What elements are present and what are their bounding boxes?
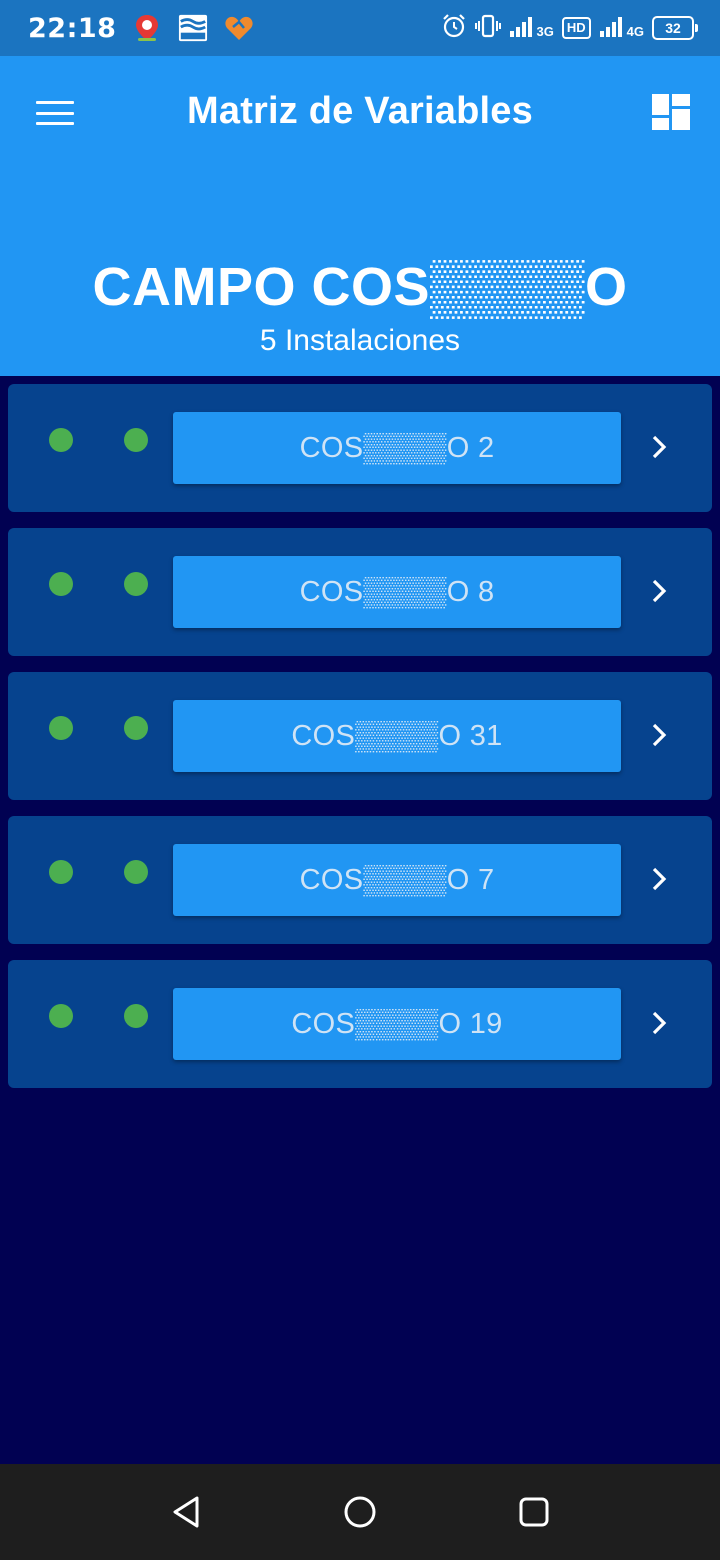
status-indicator xyxy=(49,860,73,884)
diavaz-app-icon xyxy=(178,13,208,43)
chevron-right-icon[interactable] xyxy=(644,862,674,896)
installation-card: COS▒▒▒▒O 8 xyxy=(8,528,712,656)
app-title: Matriz de Variables xyxy=(187,90,533,132)
chevron-right-icon[interactable] xyxy=(644,574,674,608)
status-indicator xyxy=(124,860,148,884)
installation-button[interactable]: COS▒▒▒▒O 2 xyxy=(173,412,621,484)
status-left: 22:18 xyxy=(28,13,254,44)
alarm-icon xyxy=(441,13,467,44)
status-time: 22:18 xyxy=(28,12,117,44)
location-pin-icon xyxy=(132,13,162,43)
heart-app-icon xyxy=(224,13,254,43)
campo-title: CAMPO COS▒▒▒▒O xyxy=(92,257,628,317)
back-icon[interactable] xyxy=(166,1492,206,1532)
hd-badge: HD xyxy=(561,17,591,39)
status-bar: 22:18 3G HD 4G 32 xyxy=(0,0,720,56)
battery-icon: 32 xyxy=(652,16,698,40)
status-indicator xyxy=(124,572,148,596)
home-icon[interactable] xyxy=(340,1492,380,1532)
network-type-label: 4G xyxy=(626,23,644,39)
battery-level: 32 xyxy=(652,16,694,40)
installation-card: COS▒▒▒▒O 19 xyxy=(8,960,712,1088)
installation-list: COS▒▒▒▒O 2 COS▒▒▒▒O 8 COS▒▒▒▒O 31 COS▒▒▒… xyxy=(8,384,712,1104)
status-indicator xyxy=(124,1004,148,1028)
app-header: Matriz de Variables CAMPO COS▒▒▒▒O 5 Ins… xyxy=(0,56,720,376)
chevron-right-icon[interactable] xyxy=(644,430,674,464)
signal-icon xyxy=(599,15,625,42)
installation-card: COS▒▒▒▒O 2 xyxy=(8,384,712,512)
status-right: 3G HD 4G 32 xyxy=(441,13,698,44)
status-indicator xyxy=(124,716,148,740)
chevron-right-icon[interactable] xyxy=(644,1006,674,1040)
installation-count: 5 Instalaciones xyxy=(259,324,461,357)
status-indicator xyxy=(49,428,73,452)
dashboard-icon[interactable] xyxy=(652,94,692,132)
installation-button[interactable]: COS▒▒▒▒O 8 xyxy=(173,556,621,628)
status-indicator xyxy=(124,428,148,452)
status-indicator xyxy=(49,1004,73,1028)
status-indicator xyxy=(49,716,73,740)
installation-button[interactable]: COS▒▒▒▒O 31 xyxy=(173,700,621,772)
recents-icon[interactable] xyxy=(514,1492,554,1532)
network-type-label: 3G xyxy=(536,23,554,39)
installation-button[interactable]: COS▒▒▒▒O 19 xyxy=(173,988,621,1060)
navigation-bar xyxy=(0,1464,720,1560)
status-indicator xyxy=(49,572,73,596)
chevron-right-icon[interactable] xyxy=(644,718,674,752)
installation-card: COS▒▒▒▒O 31 xyxy=(8,672,712,800)
vibrate-icon xyxy=(474,13,501,44)
signal-icon xyxy=(509,15,535,42)
installation-card: COS▒▒▒▒O 7 xyxy=(8,816,712,944)
installation-button[interactable]: COS▒▒▒▒O 7 xyxy=(173,844,621,916)
